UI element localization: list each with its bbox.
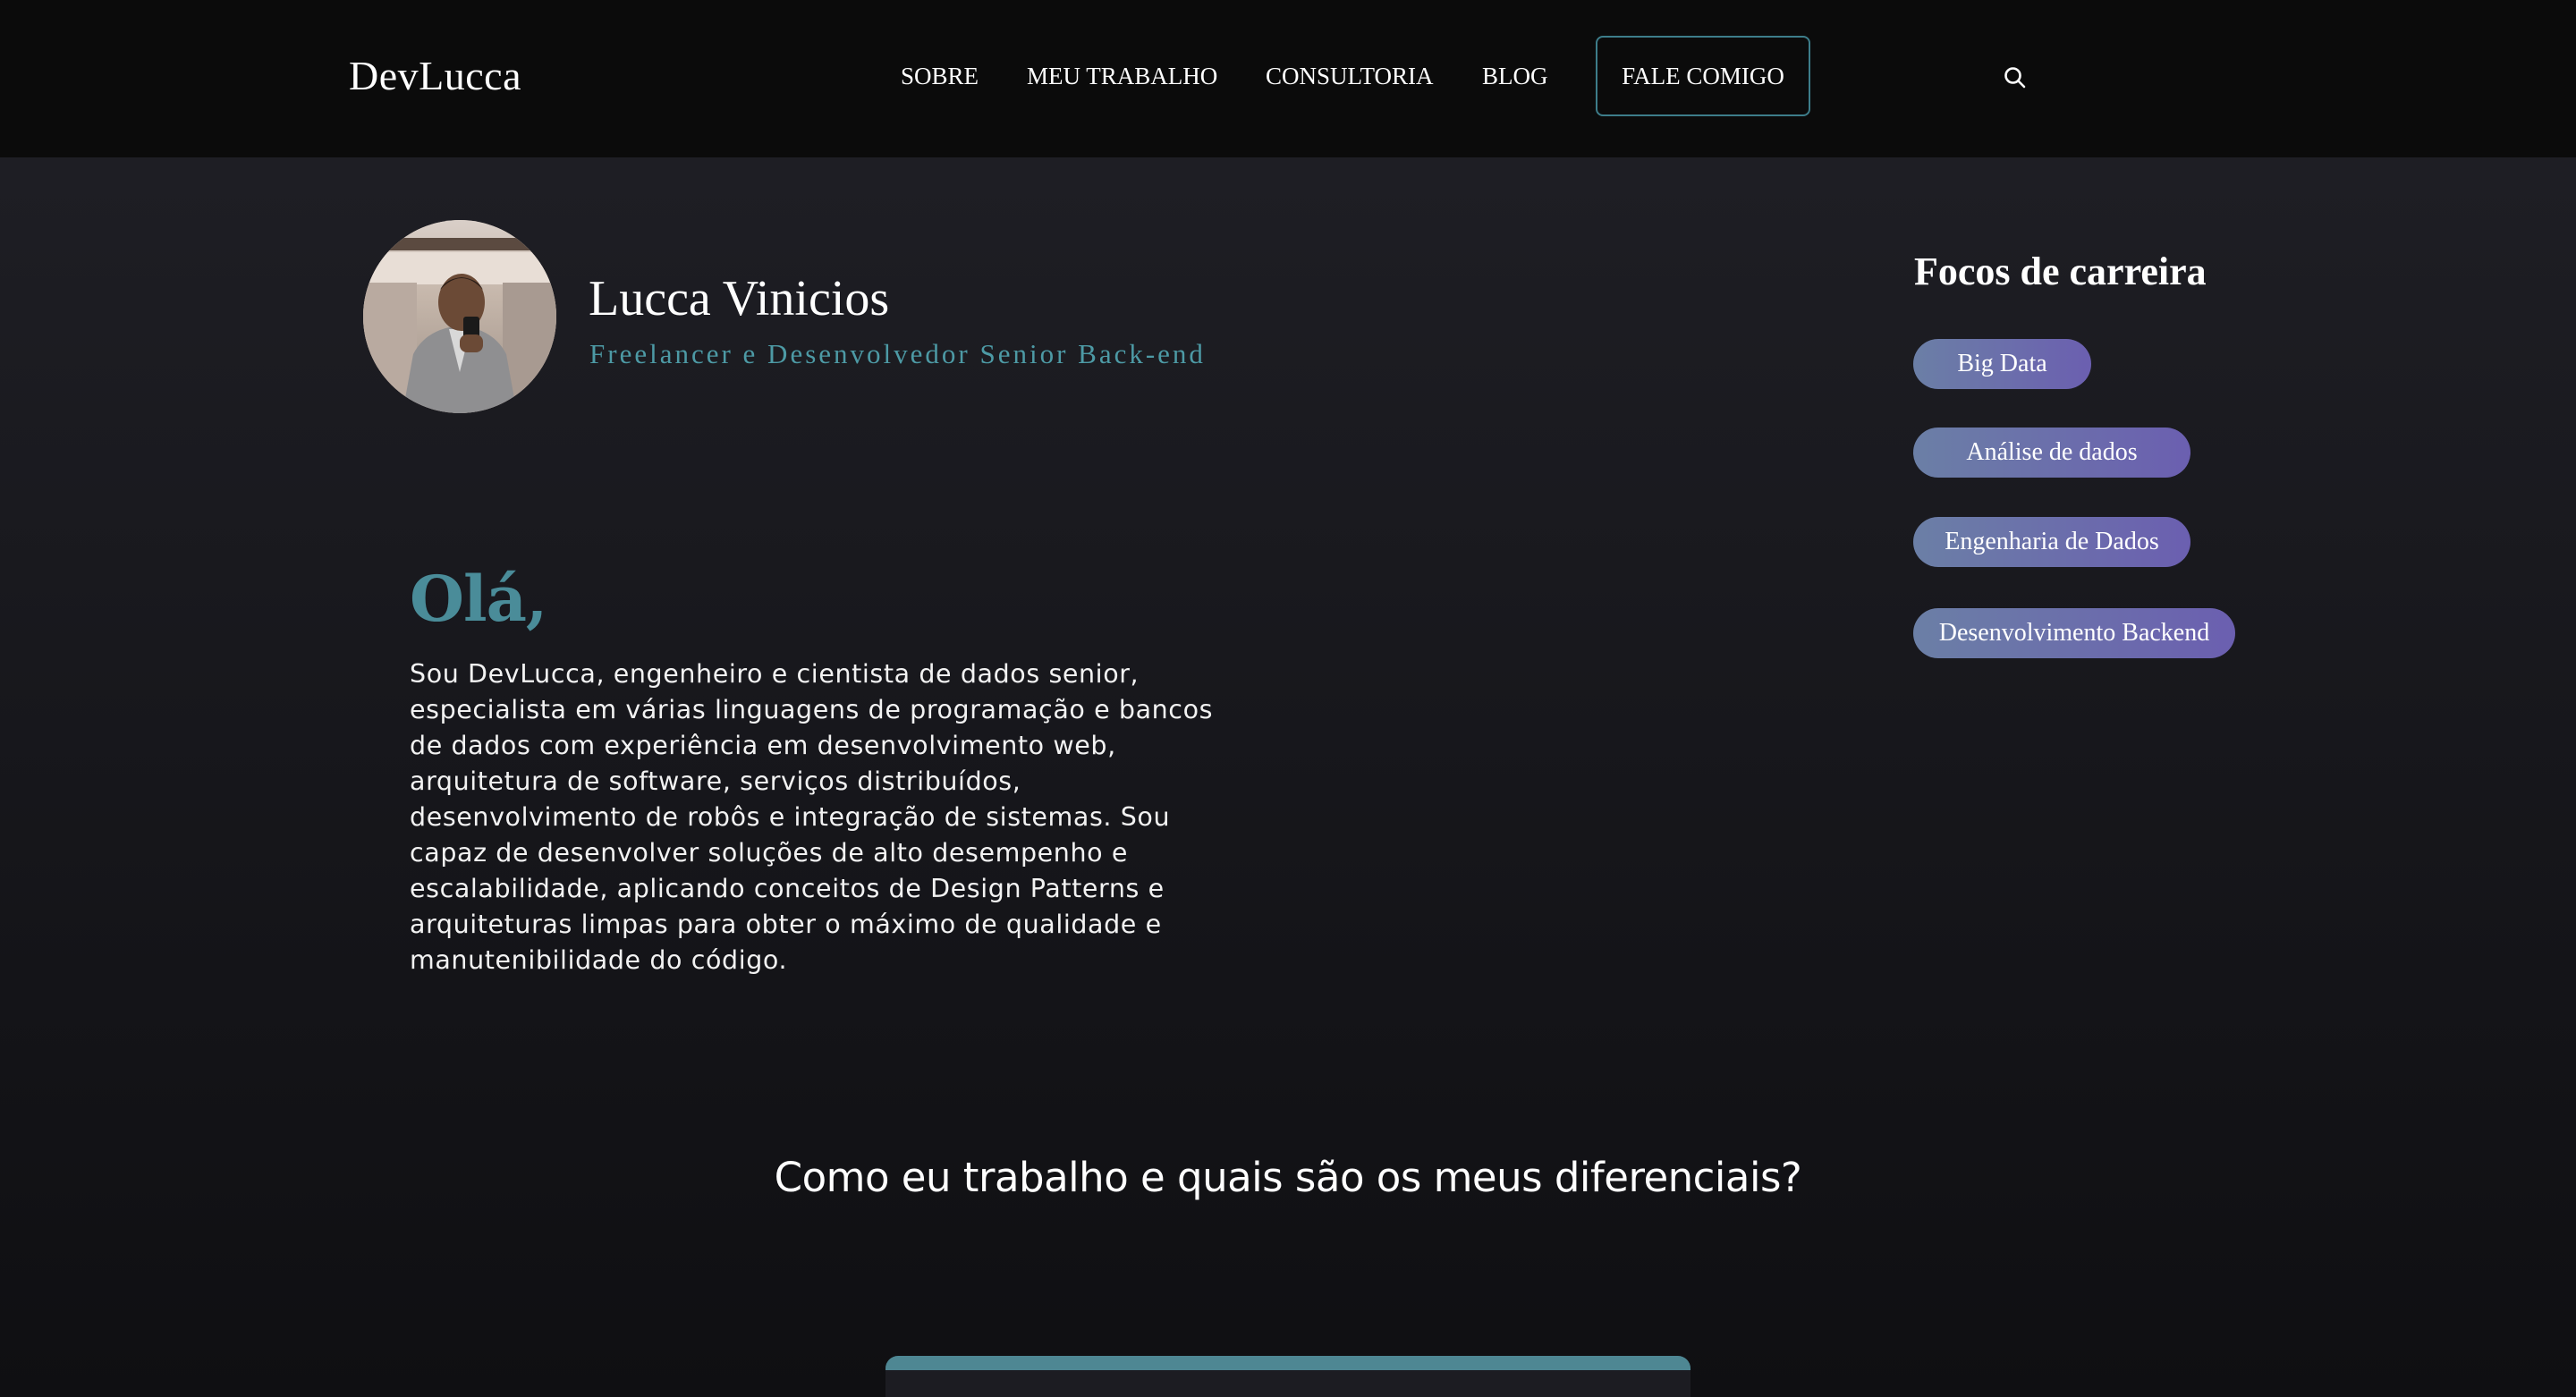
site-header: DevLucca SOBRE MEU TRABALHO CONSULTORIA … (0, 0, 2576, 157)
intro-paragraph: Sou DevLucca, engenheiro e cientista de … (410, 659, 1214, 975)
profile-role: Freelancer e Desenvolvedor Senior Back-e… (589, 338, 1206, 369)
search-button[interactable] (2002, 64, 2029, 91)
profile-name: Lucca Vinicios (589, 271, 890, 326)
work-card (886, 1356, 1690, 1397)
contact-button[interactable]: FALE COMIGO (1596, 36, 1810, 116)
avatar-photo (363, 220, 556, 413)
nav-item-meu-trabalho[interactable]: MEU TRABALHO (1027, 63, 1217, 90)
work-card-accent-bar (886, 1356, 1690, 1370)
work-section-title: Como eu trabalho e quais são os meus dif… (774, 1154, 1802, 1201)
greeting-heading: Olá, (410, 562, 547, 636)
focus-chip-desenvolvimento-backend[interactable]: Desenvolvimento Backend (1913, 608, 2235, 658)
site-logo[interactable]: DevLucca (349, 52, 521, 99)
nav-item-sobre[interactable]: SOBRE (901, 63, 979, 90)
avatar (363, 220, 556, 413)
nav-item-blog[interactable]: BLOG (1482, 63, 1548, 90)
focus-chip-big-data[interactable]: Big Data (1913, 339, 2091, 389)
focus-chip-analise-de-dados[interactable]: Análise de dados (1913, 428, 2190, 478)
career-focus-title: Focos de carreira (1914, 250, 2207, 293)
nav-item-consultoria[interactable]: CONSULTORIA (1266, 63, 1434, 90)
search-icon (2004, 67, 2026, 89)
focus-chip-engenharia-de-dados[interactable]: Engenharia de Dados (1913, 517, 2190, 567)
